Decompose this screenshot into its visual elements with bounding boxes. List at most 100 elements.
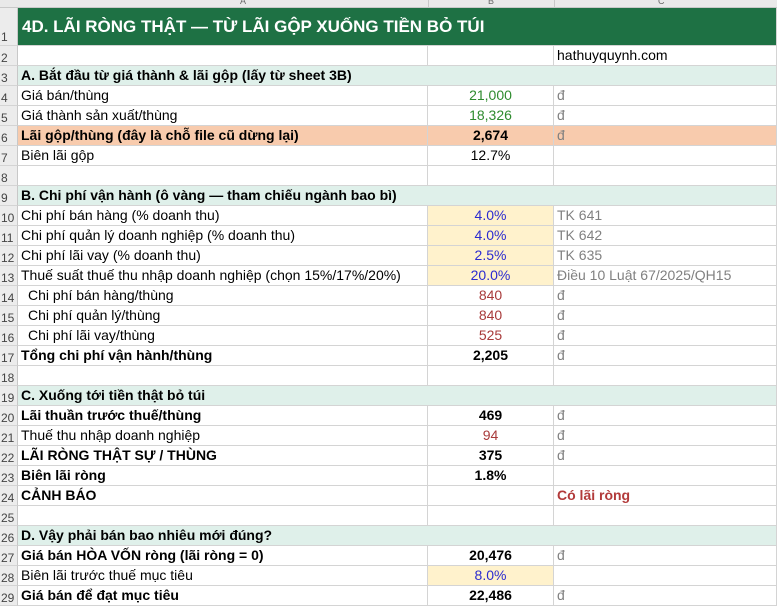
label-cell[interactable]: Chi phí quản lý/thùng <box>18 306 428 326</box>
unit-cell[interactable]: đ <box>554 326 777 346</box>
value-cell[interactable] <box>428 486 554 506</box>
label-cell[interactable]: Giá bán HÒA VỐN ròng (lãi ròng = 0) <box>18 546 428 566</box>
row-number[interactable]: 15 <box>0 306 18 326</box>
value-cell[interactable]: 840 <box>428 306 554 326</box>
unit-cell[interactable] <box>554 466 777 486</box>
row-number[interactable]: 14 <box>0 286 18 306</box>
section-a-header[interactable]: A. Bắt đầu từ giá thành & lãi gộp (lấy t… <box>18 66 777 86</box>
label-cell[interactable]: Giá bán để đạt mục tiêu <box>18 586 428 606</box>
row-number[interactable]: 12 <box>0 246 18 266</box>
cell-c8[interactable] <box>554 166 777 186</box>
value-cell[interactable]: 20,476 <box>428 546 554 566</box>
row-number[interactable]: 24 <box>0 486 18 506</box>
row-number[interactable]: 8 <box>0 166 18 186</box>
value-cell[interactable]: 2,205 <box>428 346 554 366</box>
input-cell[interactable]: 4.0% <box>428 206 554 226</box>
note-cell[interactable]: TK 635 <box>554 246 777 266</box>
input-cell[interactable]: 8.0% <box>428 566 554 586</box>
row-number[interactable]: 19 <box>0 386 18 406</box>
section-d-header[interactable]: D. Vậy phải bán bao nhiêu mới đúng? <box>18 526 777 546</box>
column-header-a[interactable]: A <box>240 0 246 6</box>
row-number[interactable]: 6 <box>0 126 18 146</box>
unit-cell[interactable]: đ <box>554 86 777 106</box>
row-number[interactable]: 4 <box>0 86 18 106</box>
label-cell[interactable]: Chi phí bán hàng (% doanh thu) <box>18 206 428 226</box>
cell-a25[interactable] <box>18 506 428 526</box>
value-cell[interactable]: 21,000 <box>428 86 554 106</box>
unit-cell[interactable]: đ <box>554 446 777 466</box>
warning-status-cell[interactable]: Có lãi ròng <box>554 486 777 506</box>
row-number[interactable]: 18 <box>0 366 18 386</box>
unit-cell[interactable] <box>554 146 777 166</box>
label-cell[interactable]: Lãi gộp/thùng (đây là chỗ file cũ dừng l… <box>18 126 428 146</box>
row-number[interactable]: 16 <box>0 326 18 346</box>
row-number[interactable]: 20 <box>0 406 18 426</box>
unit-cell[interactable]: đ <box>554 286 777 306</box>
label-cell[interactable]: Lãi thuần trước thuế/thùng <box>18 406 428 426</box>
row-number[interactable]: 23 <box>0 466 18 486</box>
label-cell[interactable]: LÃI RÒNG THẬT SỰ / THÙNG <box>18 446 428 466</box>
value-cell[interactable]: 2,674 <box>428 126 554 146</box>
note-cell[interactable]: TK 642 <box>554 226 777 246</box>
unit-cell[interactable]: đ <box>554 346 777 366</box>
row-number[interactable]: 1 <box>0 8 18 46</box>
row-number[interactable]: 11 <box>0 226 18 246</box>
value-cell[interactable]: 469 <box>428 406 554 426</box>
label-cell[interactable]: Thuế suất thuế thu nhập doanh nghiệp (ch… <box>18 266 428 286</box>
unit-cell[interactable]: đ <box>554 406 777 426</box>
unit-cell[interactable] <box>554 566 777 586</box>
sheet-title-cell[interactable]: 4D. LÃI RÒNG THẬT — TỪ LÃI GỘP XUỐNG TIỀ… <box>18 8 777 46</box>
row-number[interactable]: 2 <box>0 46 18 66</box>
label-cell[interactable]: Biên lãi trước thuế mục tiêu <box>18 566 428 586</box>
row-number[interactable]: 3 <box>0 66 18 86</box>
row-number[interactable]: 26 <box>0 526 18 546</box>
value-cell[interactable]: 22,486 <box>428 586 554 606</box>
label-cell[interactable]: Giá bán/thùng <box>18 86 428 106</box>
row-number[interactable]: 7 <box>0 146 18 166</box>
cell-a8[interactable] <box>18 166 428 186</box>
input-cell[interactable]: 2.5% <box>428 246 554 266</box>
label-cell[interactable]: Chi phí lãi vay/thùng <box>18 326 428 346</box>
warning-label-cell[interactable]: CẢNH BÁO <box>18 486 428 506</box>
row-number[interactable]: 21 <box>0 426 18 446</box>
label-cell[interactable]: Biên lãi ròng <box>18 466 428 486</box>
label-cell[interactable]: Tổng chi phí vận hành/thùng <box>18 346 428 366</box>
cell-a18[interactable] <box>18 366 428 386</box>
row-number[interactable]: 17 <box>0 346 18 366</box>
value-cell[interactable]: 375 <box>428 446 554 466</box>
unit-cell[interactable]: đ <box>554 426 777 446</box>
cell-b8[interactable] <box>428 166 554 186</box>
column-header-b[interactable]: B <box>488 0 494 6</box>
label-cell[interactable]: Chi phí lãi vay (% doanh thu) <box>18 246 428 266</box>
label-cell[interactable]: Chi phí bán hàng/thùng <box>18 286 428 306</box>
cell-b18[interactable] <box>428 366 554 386</box>
unit-cell[interactable]: đ <box>554 586 777 606</box>
section-b-header[interactable]: B. Chi phí vận hành (ô vàng — tham chiếu… <box>18 186 777 206</box>
value-cell[interactable]: 94 <box>428 426 554 446</box>
row-number[interactable]: 22 <box>0 446 18 466</box>
cell-a2[interactable] <box>18 46 428 66</box>
input-cell[interactable]: 20.0% <box>428 266 554 286</box>
label-cell[interactable]: Thuế thu nhập doanh nghiệp <box>18 426 428 446</box>
value-cell[interactable]: 525 <box>428 326 554 346</box>
row-number[interactable]: 27 <box>0 546 18 566</box>
row-number[interactable]: 28 <box>0 566 18 586</box>
unit-cell[interactable]: đ <box>554 306 777 326</box>
unit-cell[interactable]: đ <box>554 126 777 146</box>
cell-b2[interactable] <box>428 46 554 66</box>
unit-cell[interactable]: đ <box>554 106 777 126</box>
label-cell[interactable]: Giá thành sản xuất/thùng <box>18 106 428 126</box>
row-number[interactable]: 25 <box>0 506 18 526</box>
section-c-header[interactable]: C. Xuống tới tiền thật bỏ túi <box>18 386 777 406</box>
column-header-c[interactable]: C <box>658 0 665 6</box>
note-cell[interactable]: Điều 10 Luật 67/2025/QH15 <box>554 266 777 286</box>
row-number[interactable]: 13 <box>0 266 18 286</box>
row-number[interactable]: 5 <box>0 106 18 126</box>
note-cell[interactable]: TK 641 <box>554 206 777 226</box>
website-cell[interactable]: hathuyquynh.com <box>554 46 777 66</box>
label-cell[interactable]: Chi phí quản lý doanh nghiệp (% doanh th… <box>18 226 428 246</box>
unit-cell[interactable]: đ <box>554 546 777 566</box>
cell-b25[interactable] <box>428 506 554 526</box>
value-cell[interactable]: 18,326 <box>428 106 554 126</box>
row-number[interactable]: 9 <box>0 186 18 206</box>
